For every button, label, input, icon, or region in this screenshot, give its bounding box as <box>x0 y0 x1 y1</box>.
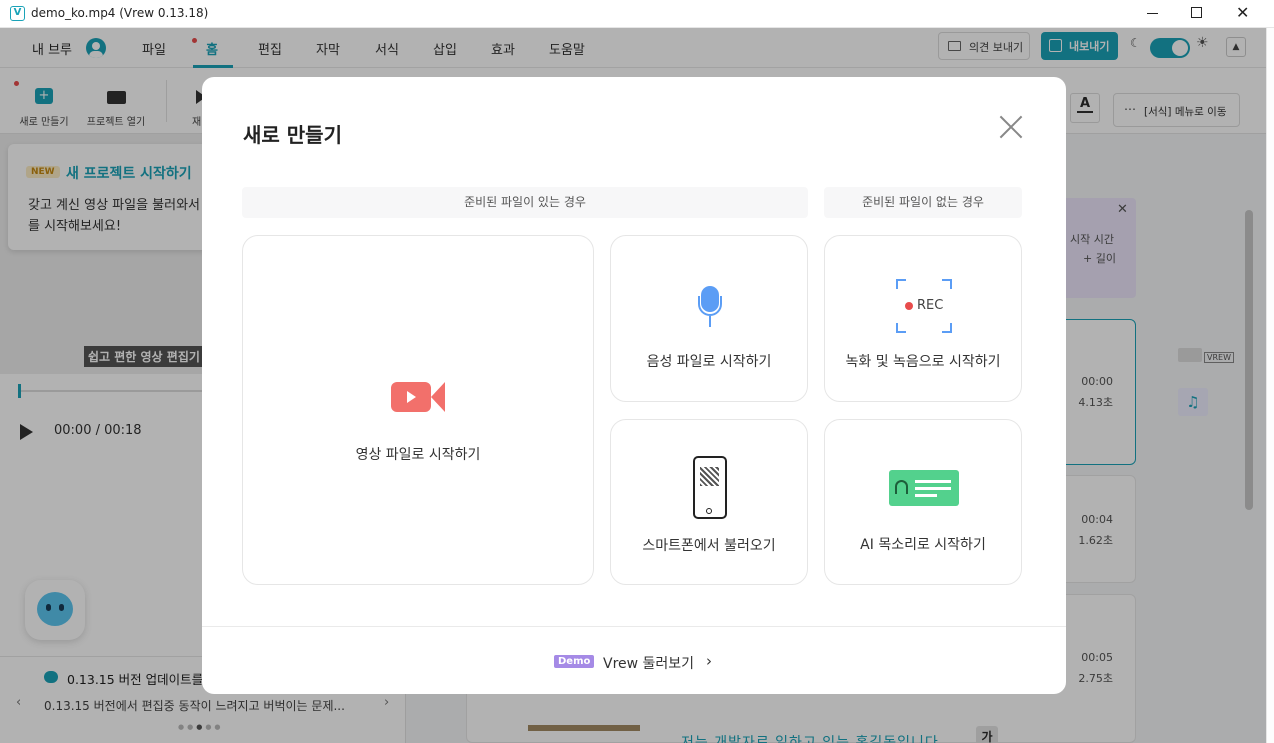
smartphone-option[interactable]: 스마트폰에서 불러오기 <box>610 419 808 585</box>
audio-file-option[interactable]: 음성 파일로 시작하기 <box>610 235 808 402</box>
dialog-title: 새로 만들기 <box>243 123 342 147</box>
close-window-button[interactable]: ✕ <box>1236 3 1249 22</box>
record-frame-icon: REC <box>896 279 952 333</box>
new-project-dialog: 새로 만들기 준비된 파일이 있는 경우 준비된 파일이 없는 경우 영상 파일… <box>202 77 1066 694</box>
minimize-button[interactable] <box>1147 13 1158 14</box>
smartphone-qr-icon <box>693 456 727 519</box>
demo-tour-link[interactable]: Demo Vrew 둘러보기 › <box>554 652 724 674</box>
window-title: demo_ko.mp4 (Vrew 0.13.18) <box>31 6 209 20</box>
section-with-file: 준비된 파일이 있는 경우 <box>242 187 808 218</box>
section-without-file: 준비된 파일이 없는 경우 <box>824 187 1022 218</box>
app-logo-icon: V <box>10 6 25 21</box>
outer-scrollbar <box>1266 28 1274 743</box>
demo-badge: Demo <box>554 655 595 668</box>
record-option[interactable]: REC 녹화 및 녹음으로 시작하기 <box>824 235 1022 402</box>
dialog-footer-divider <box>202 626 1066 627</box>
maximize-button[interactable] <box>1191 7 1202 18</box>
ai-voice-icon <box>889 470 959 506</box>
chevron-right-icon: › <box>706 652 712 670</box>
video-file-option[interactable]: 영상 파일로 시작하기 <box>242 235 594 585</box>
window-titlebar: V demo_ko.mp4 (Vrew 0.13.18) ✕ <box>0 0 1274 28</box>
video-camera-icon <box>391 382 431 412</box>
ai-voice-option[interactable]: AI 목소리로 시작하기 <box>824 419 1022 585</box>
close-icon[interactable] <box>997 114 1025 142</box>
microphone-icon <box>698 286 722 328</box>
